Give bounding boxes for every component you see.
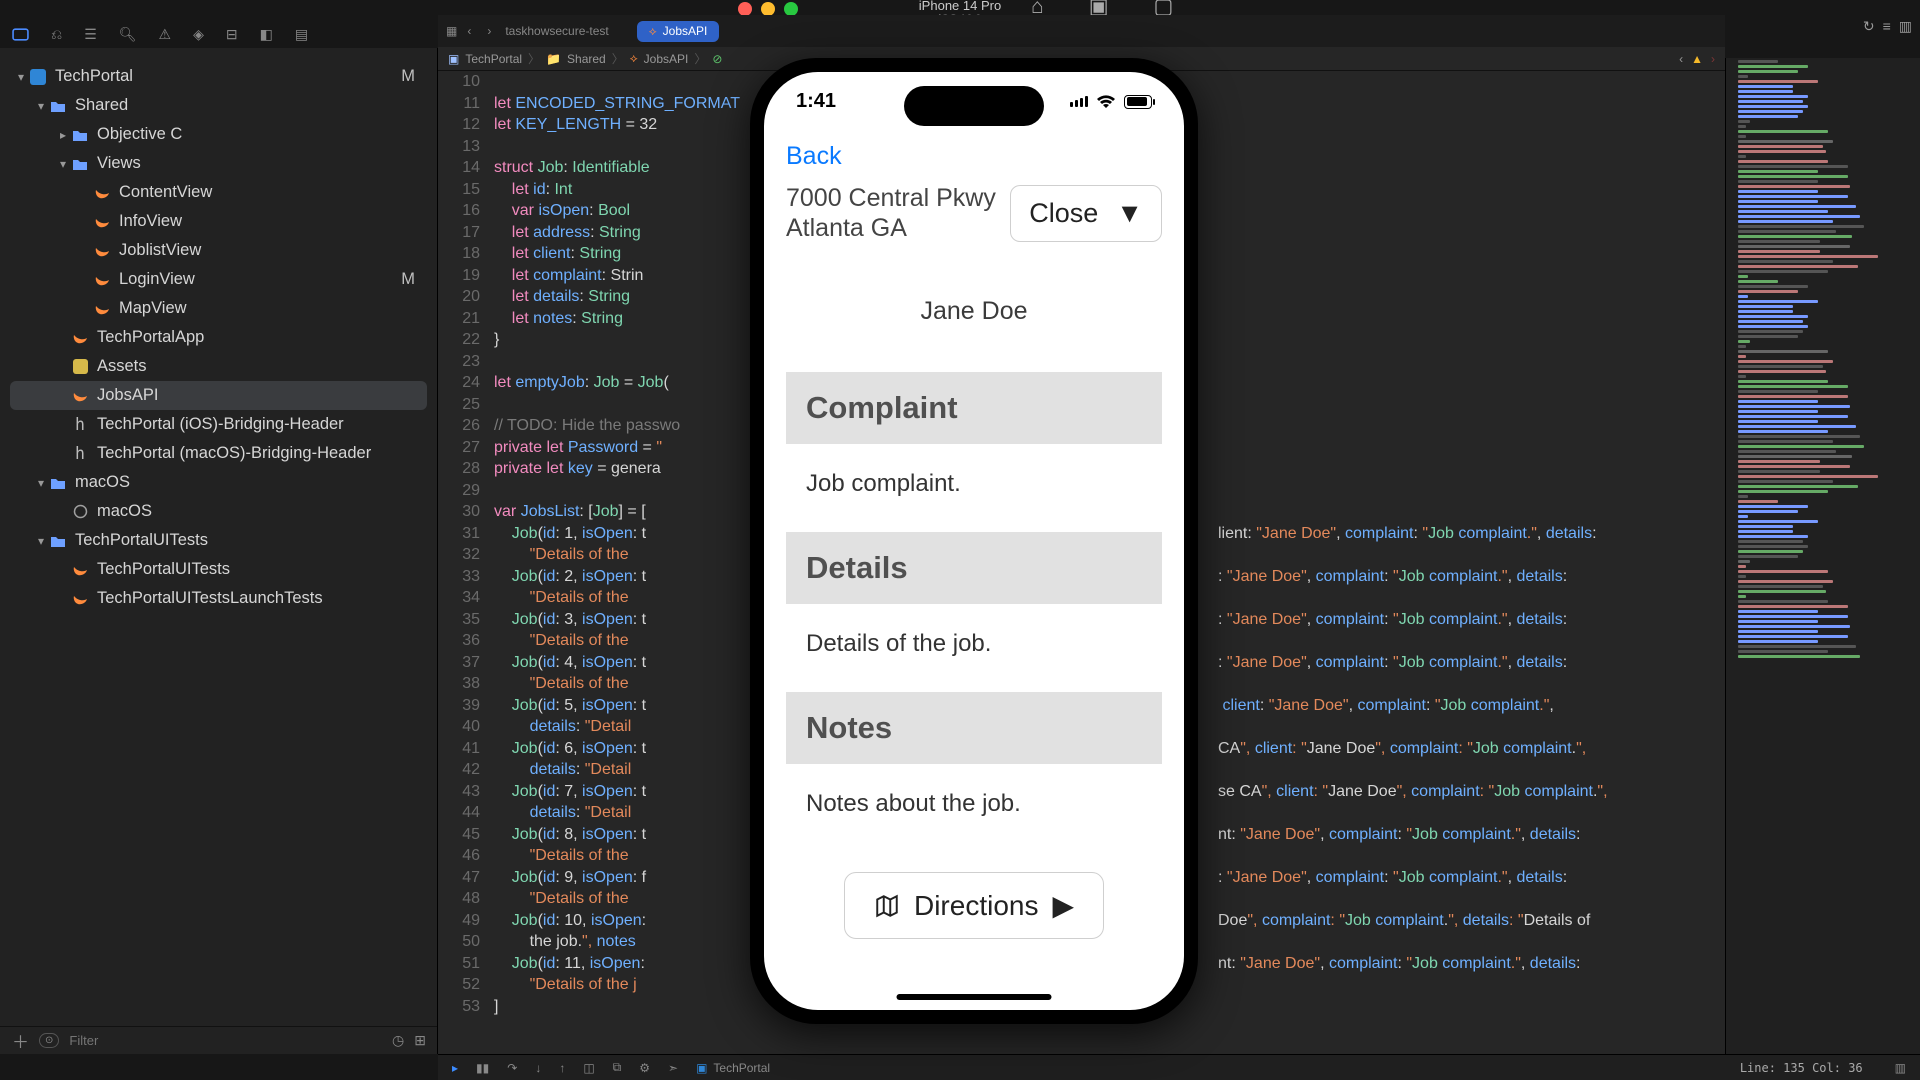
cellular-icon xyxy=(1070,96,1088,107)
tree-item-techportaluitestslaunchtests[interactable]: TechPortalUITestsLaunchTests xyxy=(0,584,437,613)
tree-item-shared[interactable]: ▾Shared xyxy=(0,91,437,120)
tree-item-techportaluitests[interactable]: ▾TechPortalUITests xyxy=(0,526,437,555)
directions-button[interactable]: Directions ▶ xyxy=(844,872,1104,939)
play-icon: ▶ xyxy=(1052,889,1074,922)
tree-item-techportaluitests[interactable]: TechPortalUITests xyxy=(0,555,437,584)
minimize-window-icon[interactable] xyxy=(761,2,775,16)
debug-bar: ▸ ▮▮ ↷ ↓ ↑ ◫ ⧉ ⚙︎ ➣ ▣TechPortal Line: 13… xyxy=(438,1054,1920,1080)
tree-item-macos[interactable]: macOS xyxy=(0,497,437,526)
section-complaint-body: Job complaint. xyxy=(786,444,1162,532)
reports-icon[interactable]: ▤ xyxy=(295,26,308,43)
tree-item-contentview[interactable]: ContentView xyxy=(0,178,437,207)
inspector-icon[interactable]: ▥ xyxy=(1899,18,1912,35)
device-time: 1:41 xyxy=(796,90,836,113)
tree-item-views[interactable]: ▾Views xyxy=(0,149,437,178)
tab-project-name[interactable]: taskhowsecure-test xyxy=(505,24,608,38)
step-over-icon[interactable]: ↷ xyxy=(507,1061,517,1075)
tree-item-objective-c[interactable]: ▸Objective C xyxy=(0,120,437,149)
close-window-icon[interactable] xyxy=(738,2,752,16)
battery-icon xyxy=(1124,95,1152,109)
section-notes-body: Notes about the job. xyxy=(786,764,1162,852)
device-status-bar: 1:41 xyxy=(764,90,1184,113)
view-debug-icon[interactable]: ◫ xyxy=(583,1061,594,1075)
tree-item-techportal-ios-bridging-header[interactable]: hTechPortal (iOS)-Bridging-Header xyxy=(0,410,437,439)
refresh-icon[interactable]: ↻ xyxy=(1863,18,1875,35)
tree-item-mapview[interactable]: MapView xyxy=(0,294,437,323)
scm-icon[interactable]: ⊞ xyxy=(414,1032,426,1049)
device-screen[interactable]: 1:41 Back 7000 Central Pkwy Atlan xyxy=(764,72,1184,1010)
tree-item-loginview[interactable]: LoginViewM xyxy=(0,265,437,294)
editor-tab-bar: ▦ ‹ › taskhowsecure-test ⟡JobsAPI xyxy=(438,15,1725,47)
folder-tab-icon[interactable] xyxy=(12,26,29,43)
target-indicator: ▣TechPortal xyxy=(696,1061,770,1075)
fwd-nav[interactable]: › xyxy=(481,24,497,38)
modified-indicator: M xyxy=(401,270,427,289)
project-navigator[interactable]: ▾ TechPortal M ▾Shared▸Objective C▾Views… xyxy=(0,48,438,1054)
tree-item-assets[interactable]: Assets xyxy=(0,352,437,381)
crumb-1[interactable]: Shared xyxy=(567,52,606,66)
panel-toggle-icon[interactable]: ▥ xyxy=(1895,1061,1906,1075)
add-button[interactable]: ＋ xyxy=(12,1028,29,1053)
window-traffic-lights[interactable] xyxy=(738,2,798,16)
section-notes-header: Notes xyxy=(786,692,1162,764)
tree-item-techportalapp[interactable]: TechPortalApp xyxy=(0,323,437,352)
recent-icon[interactable]: ◷ xyxy=(392,1032,404,1049)
minimap[interactable] xyxy=(1725,58,1920,1054)
project-root-label: TechPortal xyxy=(55,67,133,86)
zoom-window-icon[interactable] xyxy=(784,2,798,16)
job-address: 7000 Central Pkwy Atlanta GA xyxy=(786,183,996,243)
wifi-icon xyxy=(1096,95,1116,109)
issues-icon[interactable]: ⚠︎ xyxy=(159,26,172,43)
layout-icon[interactable]: ▦ xyxy=(446,24,457,38)
step-in-icon[interactable]: ↓ xyxy=(535,1061,541,1075)
client-name: Jane Doe xyxy=(786,297,1162,326)
env-icon[interactable]: ⚙︎ xyxy=(639,1061,650,1075)
filter-input[interactable] xyxy=(69,1033,382,1048)
cursor-position: Line: 135 Col: 36 xyxy=(1740,1061,1863,1075)
prev-issue-icon[interactable]: ‹ xyxy=(1679,52,1683,66)
breakpoints-icon[interactable]: ◧ xyxy=(260,26,273,43)
tree-item-jobsapi[interactable]: JobsAPI xyxy=(10,381,427,410)
hide-debug-icon[interactable]: ▸ xyxy=(452,1061,458,1075)
tests-icon[interactable]: ◈ xyxy=(193,26,204,43)
close-job-dropdown[interactable]: Close ▼ xyxy=(1010,185,1162,242)
tree-item-macos[interactable]: ▾macOS xyxy=(0,468,437,497)
map-icon xyxy=(874,893,900,919)
memory-icon[interactable]: ⧉ xyxy=(613,1060,622,1075)
project-root[interactable]: ▾ TechPortal M xyxy=(0,62,437,91)
crumb-2[interactable]: JobsAPI xyxy=(644,52,689,66)
assistant-icon[interactable]: ≡ xyxy=(1883,18,1891,35)
scope-pill[interactable]: ⊙ xyxy=(39,1033,59,1048)
step-out-icon[interactable]: ↑ xyxy=(559,1061,565,1075)
iphone-simulator: 1:41 Back 7000 Central Pkwy Atlan xyxy=(750,58,1198,1024)
crumb-0[interactable]: TechPortal xyxy=(465,52,522,66)
source-control-icon[interactable]: ⎌ xyxy=(51,26,62,43)
modified-indicator: M xyxy=(401,67,427,86)
back-nav[interactable]: ‹ xyxy=(461,24,477,38)
home-indicator[interactable] xyxy=(897,994,1052,1000)
bookmarks-icon[interactable]: ☰ xyxy=(84,26,97,43)
section-details-header: Details xyxy=(786,532,1162,604)
debug-icon[interactable]: ⊟ xyxy=(226,26,238,43)
warning-icon[interactable]: ▲ xyxy=(1691,52,1703,66)
navigator-filter-bar: ＋ ⊙ ◷ ⊞ xyxy=(0,1026,438,1054)
find-icon[interactable]: 🔍︎ xyxy=(119,26,137,43)
app-detail-view: Back 7000 Central Pkwy Atlanta GA Close … xyxy=(764,134,1184,1010)
tree-item-techportal-macos-bridging-header[interactable]: hTechPortal (macOS)-Bridging-Header xyxy=(0,439,437,468)
error-icon[interactable]: › xyxy=(1711,52,1715,66)
chevron-down-icon: ▼ xyxy=(1116,198,1143,229)
tree-item-joblistview[interactable]: JoblistView xyxy=(0,236,437,265)
section-details-body: Details of the job. xyxy=(786,604,1162,692)
section-complaint-header: Complaint xyxy=(786,372,1162,444)
tab-open-file[interactable]: ⟡JobsAPI xyxy=(637,21,720,42)
location-icon[interactable]: ➣ xyxy=(668,1061,678,1075)
editor-layout-buttons: ↻ ≡ ▥ xyxy=(1863,18,1912,35)
pause-icon[interactable]: ▮▮ xyxy=(476,1061,489,1075)
back-button[interactable]: Back xyxy=(786,134,1162,183)
tree-item-infoview[interactable]: InfoView xyxy=(0,207,437,236)
